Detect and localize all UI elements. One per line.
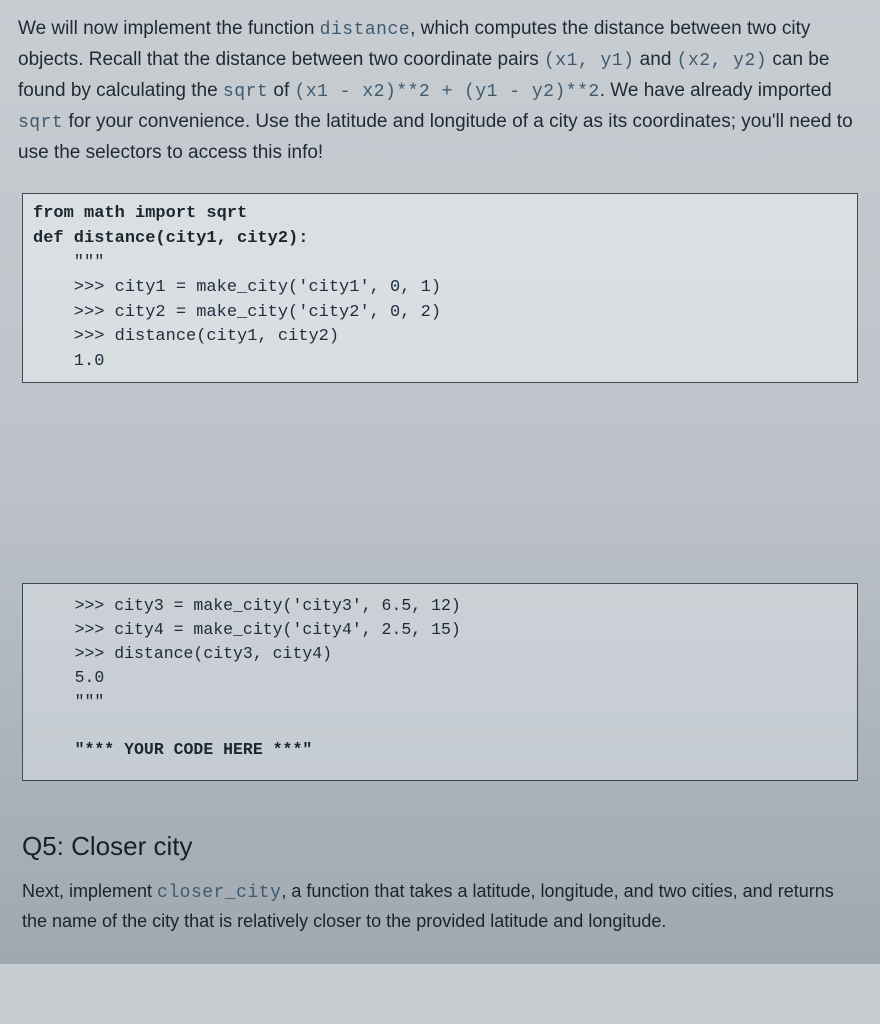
intro-text: . We have already imported	[600, 80, 832, 101]
code-pair2: (x2, y2)	[677, 51, 767, 71]
intro-paragraph: We will now implement the function dista…	[18, 14, 862, 167]
code-closer-city: closer_city	[157, 883, 281, 903]
code-pair1: (x1, y1)	[544, 51, 634, 71]
code-line: >>> distance(city1, city2)	[33, 327, 339, 346]
code-line: from math import sqrt	[33, 204, 247, 223]
q5-heading: Q5: Closer city	[22, 831, 862, 862]
code-line: >>> city3 = make_city('city3', 6.5, 12)	[35, 596, 461, 615]
code-block-lower: >>> city3 = make_city('city3', 6.5, 12) …	[22, 583, 858, 780]
code-line: >>> city4 = make_city('city4', 2.5, 15)	[35, 620, 461, 639]
code-distance: distance	[320, 20, 410, 40]
code-line: "*** YOUR CODE HERE ***"	[35, 740, 312, 759]
code-line: >>> distance(city3, city4)	[35, 644, 332, 663]
code-line: 5.0	[35, 668, 104, 687]
code-line: >>> city1 = make_city('city1', 0, 1)	[33, 278, 441, 297]
q5-paragraph: Next, implement closer_city, a function …	[22, 878, 858, 936]
code-expr: (x1 - x2)**2 + (y1 - y2)**2	[295, 82, 600, 102]
q5-text: Next, implement	[22, 881, 157, 901]
intro-text: of	[268, 80, 294, 101]
code-sqrt2: sqrt	[18, 113, 63, 133]
code-block-upper: from math import sqrt def distance(city1…	[22, 193, 858, 383]
code-sqrt: sqrt	[223, 82, 268, 102]
code-pre-lower: >>> city3 = make_city('city3', 6.5, 12) …	[35, 594, 845, 761]
vertical-gap	[18, 383, 862, 583]
intro-text: We will now implement the function	[18, 18, 320, 39]
code-pre-upper: from math import sqrt def distance(city1…	[33, 202, 847, 374]
code-line: def distance(city1, city2):	[33, 229, 308, 248]
intro-text: and	[634, 49, 676, 70]
code-line: 1.0	[33, 352, 104, 371]
code-line: >>> city2 = make_city('city2', 0, 2)	[33, 303, 441, 322]
code-line: """	[35, 692, 104, 711]
code-line: """	[33, 253, 104, 272]
intro-text: for your convenience. Use the latitude a…	[18, 111, 853, 163]
